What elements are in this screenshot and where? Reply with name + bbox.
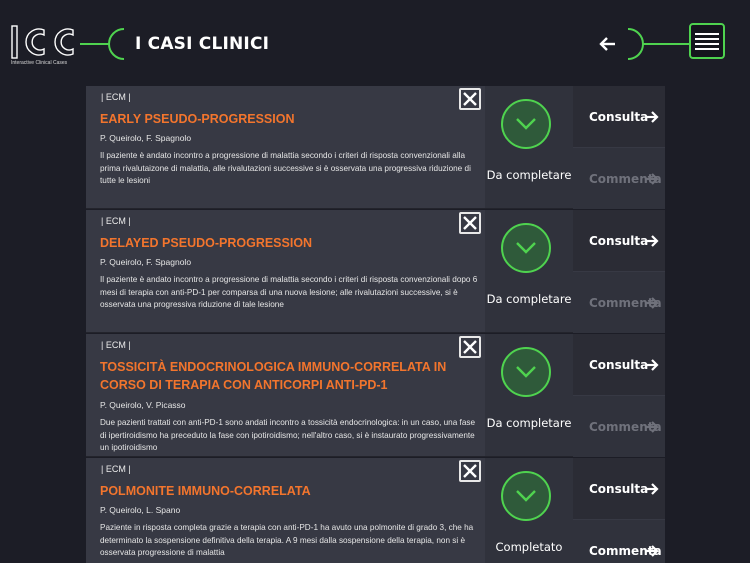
case-authors: P. Queirolo, F. Spagnolo [100,257,192,267]
case-description: Il paziente è andato incontro a progress… [100,275,478,309]
icc-logo-letters [11,25,74,59]
case-card: | ECM | EARLY PSEUDO-PROGRESSION P. Quei… [86,86,665,209]
commenta-button[interactable]: Commenta [573,520,665,563]
consulta-button[interactable]: Consulta [573,334,665,395]
arrow-right-icon [646,173,659,185]
status-circle [501,99,551,149]
close-icon [463,92,477,106]
case-authors: P. Queirolo, L. Spano [100,505,181,515]
chevron-down-icon [516,242,536,254]
case-card: | ECM | POLMONITE IMMUNO-CORRELATA P. Qu… [86,458,665,563]
arrow-right-icon [646,359,659,371]
page-title: I CASI CLINICI [135,34,270,54]
title-connector-icon [80,28,125,60]
commenta-button[interactable]: Commenta [573,272,665,333]
consulta-button[interactable]: Consulta [573,210,665,271]
case-info[interactable]: | ECM | POLMONITE IMMUNO-CORRELATA P. Qu… [86,458,485,563]
ecm-tag: | ECM | [101,92,131,102]
case-title: TOSSICITÀ ENDOCRINOLOGICA IMMUNO-CORRELA… [100,360,447,392]
case-description: Due pazienti trattati con anti-PD-1 sono… [100,418,476,452]
consulta-button[interactable]: Consulta [573,86,665,147]
consulta-label: Consulta [589,358,649,372]
case-authors: P. Queirolo, F. Spagnolo [100,133,192,143]
status-circle [501,471,551,521]
status-circle [501,223,551,273]
case-title: POLMONITE IMMUNO-CORRELATA [100,484,311,498]
commenta-button[interactable]: Commenta [573,148,665,209]
arrow-right-icon [646,235,659,247]
case-card: | ECM | TOSSICITÀ ENDOCRINOLOGICA IMMUNO… [86,334,665,457]
back-button[interactable] [597,33,619,55]
arrow-left-icon [599,37,615,51]
commenta-button[interactable]: Commenta [573,396,665,457]
consulta-button[interactable]: Consulta [573,458,665,519]
menu-button[interactable] [689,23,725,59]
status-label: Completato [495,540,563,554]
remove-case-button[interactable] [459,460,481,482]
case-list: | ECM | EARLY PSEUDO-PROGRESSION P. Quei… [86,86,665,563]
arrow-right-icon [646,545,659,557]
close-icon [463,216,477,230]
menu-connector-icon [627,28,690,60]
arrow-right-icon [646,421,659,433]
status-label: Da completare [486,416,572,430]
arrow-right-icon [646,297,659,309]
case-actions: Consulta Commenta [573,86,665,209]
case-title: EARLY PSEUDO-PROGRESSION [100,112,295,126]
icc-logo: Interactive Clinical Cases [11,25,75,69]
case-info[interactable]: | ECM | TOSSICITÀ ENDOCRINOLOGICA IMMUNO… [86,334,485,456]
ecm-tag: | ECM | [101,464,131,474]
arrow-right-icon [646,111,659,123]
chevron-down-icon [516,118,536,130]
case-authors: P. Queirolo, V. Picasso [100,400,186,410]
close-icon [463,340,477,354]
status-label: Da completare [486,168,572,182]
case-description: Paziente in risposta completa grazie a t… [100,523,474,557]
status-label: Da completare [486,292,572,306]
case-status: Completato [485,458,573,563]
case-status: Da completare [485,334,573,456]
remove-case-button[interactable] [459,336,481,358]
remove-case-button[interactable] [459,212,481,234]
case-info[interactable]: | ECM | EARLY PSEUDO-PROGRESSION P. Quei… [86,86,485,208]
case-actions: Consulta Commenta [573,334,665,457]
status-circle [501,347,551,397]
chevron-down-icon [516,366,536,378]
chevron-down-icon [516,490,536,502]
case-card: | ECM | DELAYED PSEUDO-PROGRESSION P. Qu… [86,210,665,333]
arrow-right-icon [646,483,659,495]
ecm-tag: | ECM | [101,216,131,226]
case-actions: Consulta Commenta [573,458,665,563]
consulta-label: Consulta [589,110,649,124]
case-actions: Consulta Commenta [573,210,665,333]
hamburger-menu-icon [695,33,719,50]
case-status: Da completare [485,86,573,208]
close-icon [463,464,477,478]
consulta-label: Consulta [589,482,649,496]
ecm-tag: | ECM | [101,340,131,350]
app-header: Interactive Clinical Cases I CASI CLINIC… [0,0,750,86]
consulta-label: Consulta [589,234,649,248]
case-info[interactable]: | ECM | DELAYED PSEUDO-PROGRESSION P. Qu… [86,210,485,332]
case-description: Il paziente è andato incontro a progress… [100,151,471,185]
case-status: Da completare [485,210,573,332]
case-title: DELAYED PSEUDO-PROGRESSION [100,236,313,250]
remove-case-button[interactable] [459,88,481,110]
logo-subtitle: Interactive Clinical Cases [11,60,68,66]
